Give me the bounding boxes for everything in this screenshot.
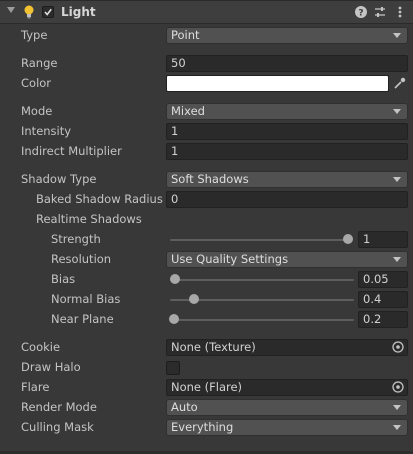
help-icon[interactable]: ? [354, 5, 368, 19]
cookie-object-field[interactable]: None (Texture) [166, 339, 408, 356]
more-menu-icon[interactable] [393, 5, 407, 19]
cookie-label: Cookie [21, 340, 61, 354]
presets-icon[interactable] [373, 5, 387, 19]
realtime-shadows-row: Realtime Shadows [0, 210, 413, 230]
baked-shadow-radius-label[interactable]: Baked Shadow Radius [36, 192, 163, 206]
mode-label: Mode [21, 104, 53, 118]
culling-mask-value: Everything [171, 420, 234, 434]
render-mode-value: Auto [171, 400, 198, 414]
normal-bias-slider-thumb[interactable] [189, 294, 200, 304]
render-mode-row: Render Mode Auto [0, 398, 413, 418]
color-swatch[interactable] [166, 75, 389, 92]
dropdown-arrow-icon [393, 425, 401, 430]
bias-label: Bias [51, 272, 76, 286]
shadow-type-row: Shadow Type Soft Shadows [0, 170, 413, 190]
intensity-label[interactable]: Intensity [21, 124, 71, 138]
realtime-shadows-label: Realtime Shadows [36, 212, 142, 226]
resolution-dropdown[interactable]: Use Quality Settings [166, 251, 408, 268]
near-plane-label: Near Plane [51, 312, 114, 326]
eyedropper-icon[interactable] [393, 77, 406, 90]
svg-text:?: ? [358, 9, 363, 19]
dropdown-arrow-icon [393, 257, 401, 262]
type-value: Point [171, 28, 200, 42]
strength-row: Strength 1 [0, 230, 413, 250]
type-row: Type Point [0, 26, 413, 46]
draw-halo-label: Draw Halo [21, 360, 81, 374]
shadow-type-label: Shadow Type [21, 172, 97, 186]
component-enabled-checkbox[interactable] [42, 6, 54, 18]
mode-value: Mixed [171, 104, 205, 118]
cookie-row: Cookie None (Texture) [0, 338, 413, 358]
normal-bias-label: Normal Bias [51, 292, 121, 306]
mode-row: Mode Mixed [0, 102, 413, 122]
dropdown-arrow-icon [393, 33, 401, 38]
near-plane-slider-track[interactable] [170, 319, 354, 321]
normal-bias-row: Normal Bias 0.4 [0, 290, 413, 310]
normal-bias-field[interactable]: 0.4 [358, 291, 408, 308]
resolution-label: Resolution [51, 252, 112, 266]
strength-label: Strength [51, 232, 101, 246]
component-header[interactable]: Light ? [0, 0, 413, 24]
bias-field[interactable]: 0.05 [358, 271, 408, 288]
strength-field[interactable]: 1 [358, 231, 408, 248]
culling-mask-dropdown[interactable]: Everything [166, 419, 408, 436]
dropdown-arrow-icon [393, 109, 401, 114]
near-plane-slider-thumb[interactable] [168, 314, 179, 324]
resolution-row: Resolution Use Quality Settings [0, 250, 413, 270]
range-row: Range 50 [0, 54, 413, 74]
draw-halo-row: Draw Halo [0, 358, 413, 378]
dropdown-arrow-icon [393, 405, 401, 410]
draw-halo-checkbox[interactable] [166, 361, 180, 375]
culling-mask-row: Culling Mask Everything [0, 418, 413, 438]
bias-row: Bias 0.05 [0, 270, 413, 290]
light-bulb-icon [24, 5, 34, 19]
bias-slider-track[interactable] [170, 279, 354, 281]
shadow-type-value: Soft Shadows [171, 172, 249, 186]
near-plane-field[interactable]: 0.2 [358, 311, 408, 328]
indirect-multiplier-row: Indirect Multiplier 1 [0, 142, 413, 162]
range-field[interactable]: 50 [166, 55, 408, 72]
intensity-field[interactable]: 1 [166, 123, 408, 140]
color-row: Color [0, 74, 413, 94]
flare-label: Flare [21, 380, 50, 394]
resolution-value: Use Quality Settings [171, 252, 289, 266]
intensity-row: Intensity 1 [0, 122, 413, 142]
mode-dropdown[interactable]: Mixed [166, 103, 408, 120]
dropdown-arrow-icon [393, 177, 401, 182]
color-label: Color [21, 76, 52, 90]
indirect-multiplier-field[interactable]: 1 [166, 143, 408, 160]
baked-shadow-radius-field[interactable]: 0 [166, 191, 408, 208]
render-mode-dropdown[interactable]: Auto [166, 399, 408, 416]
range-label[interactable]: Range [21, 56, 57, 70]
component-title: Light [61, 5, 96, 19]
strength-slider-thumb[interactable] [343, 234, 353, 244]
type-label: Type [21, 28, 48, 42]
object-picker-icon[interactable] [391, 340, 405, 354]
flare-row: Flare None (Flare) [0, 378, 413, 398]
indirect-multiplier-label[interactable]: Indirect Multiplier [21, 144, 122, 158]
checkmark-icon [44, 8, 52, 16]
shadow-type-dropdown[interactable]: Soft Shadows [166, 171, 408, 188]
baked-shadow-radius-row: Baked Shadow Radius 0 [0, 190, 413, 210]
object-picker-icon[interactable] [391, 380, 405, 394]
type-dropdown[interactable]: Point [166, 27, 408, 44]
culling-mask-label: Culling Mask [21, 420, 94, 434]
near-plane-row: Near Plane 0.2 [0, 310, 413, 330]
foldout-arrow-icon[interactable] [7, 7, 15, 13]
bias-slider-thumb[interactable] [169, 274, 180, 284]
render-mode-label: Render Mode [21, 400, 97, 414]
flare-object-field[interactable]: None (Flare) [166, 379, 408, 396]
strength-slider-track[interactable] [170, 239, 348, 241]
